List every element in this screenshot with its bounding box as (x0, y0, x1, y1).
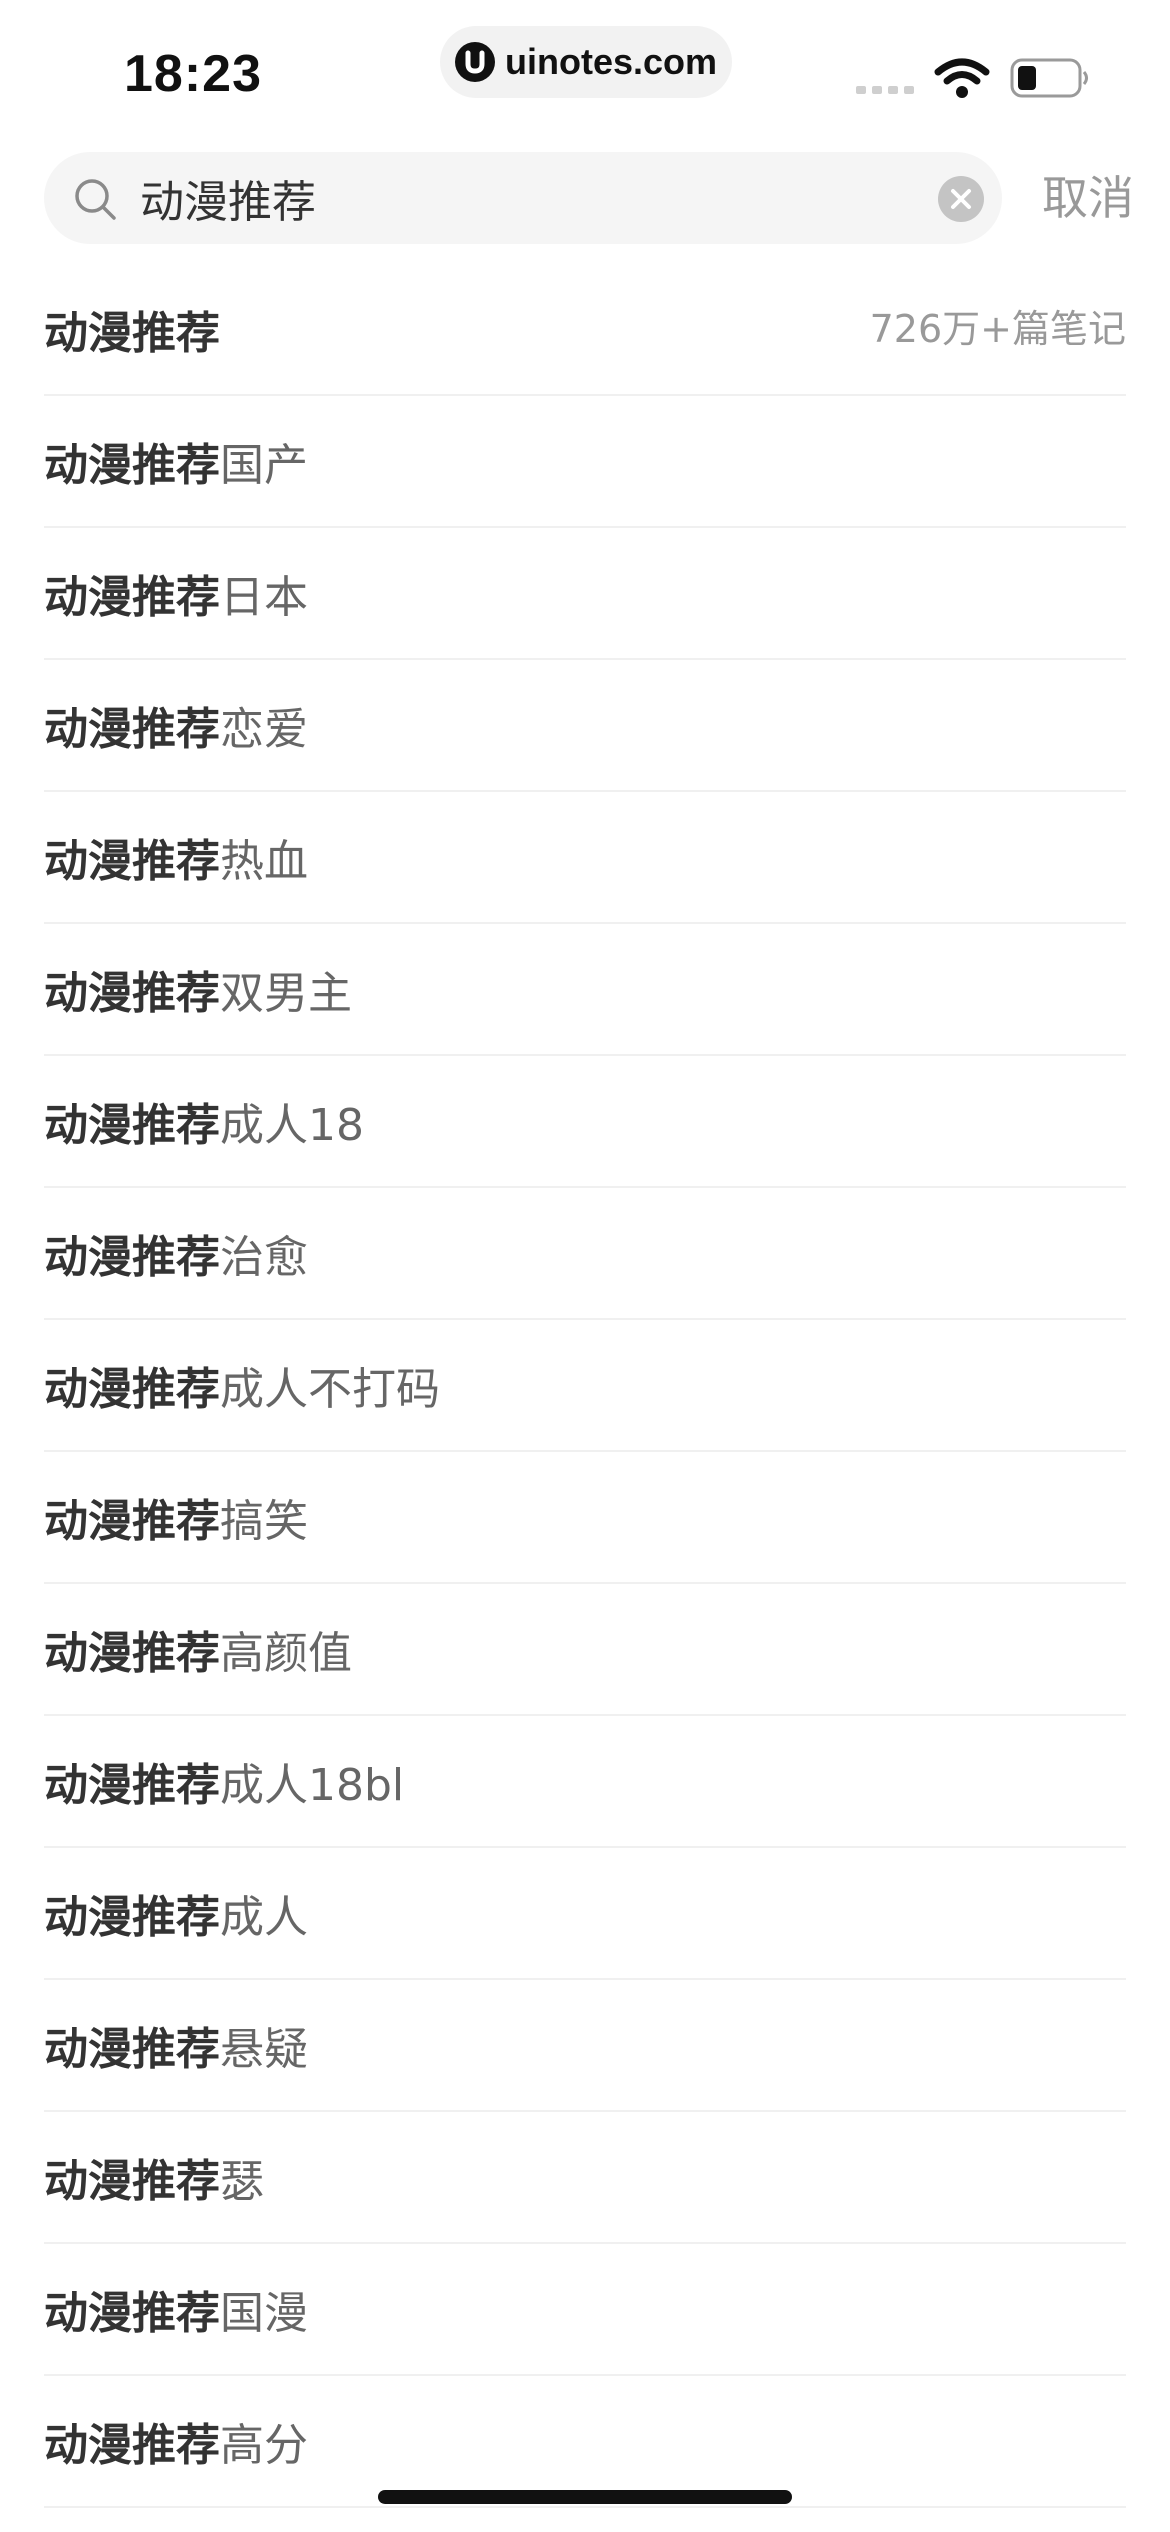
suggestion-match: 动漫推荐 (44, 308, 220, 359)
suggestion-item[interactable]: 动漫推荐治愈 (44, 1188, 1126, 1320)
search-icon (75, 179, 116, 220)
suggestion-match: 动漫推荐 (44, 2420, 220, 2471)
suggestion-item[interactable]: 动漫推荐成人不打码 (44, 1320, 1126, 1452)
suggestion-item[interactable]: 动漫推荐国产 (44, 396, 1126, 528)
status-bar: 18:23 uinotes.com (0, 0, 1170, 140)
home-indicator[interactable] (378, 2490, 792, 2504)
suggestion-match: 动漫推荐 (44, 1628, 220, 1679)
suggestion-item[interactable]: 动漫推荐国漫 (44, 2244, 1126, 2376)
suggestion-rest: 国漫 (220, 2288, 308, 2339)
suggestion-item[interactable]: 动漫推荐热血 (44, 792, 1126, 924)
url-pill[interactable]: uinotes.com (440, 26, 732, 98)
suggestion-match: 动漫推荐 (44, 836, 220, 887)
wifi-icon (934, 58, 990, 98)
suggestion-match: 动漫推荐 (44, 2288, 220, 2339)
site-logo-icon (454, 42, 495, 82)
suggestion-match: 动漫推荐 (44, 1232, 220, 1283)
clear-icon[interactable] (938, 176, 984, 222)
suggestion-match: 动漫推荐 (44, 440, 220, 491)
suggestion-rest: 双男主 (220, 968, 352, 1019)
suggestion-item[interactable]: 动漫推荐恋爱 (44, 660, 1126, 792)
suggestion-rest: 国产 (220, 440, 308, 491)
suggestion-rest: 高颜值 (220, 1628, 352, 1679)
battery-icon (1010, 58, 1088, 98)
search-input[interactable] (140, 152, 860, 244)
suggestion-item[interactable]: 动漫推荐成人18 (44, 1056, 1126, 1188)
suggestion-rest: 恋爱 (220, 704, 308, 755)
url-text: uinotes.com (504, 41, 718, 82)
search-bar (44, 152, 1002, 244)
suggestion-item[interactable]: 动漫推荐 726万+篇笔记 (44, 264, 1126, 396)
suggestion-rest: 悬疑 (220, 2024, 308, 2075)
suggestion-rest: 高分 (220, 2420, 308, 2471)
suggestion-rest: 瑟 (220, 2156, 264, 2207)
status-time: 18:23 (124, 45, 262, 103)
suggestion-item[interactable]: 动漫推荐悬疑 (44, 1980, 1126, 2112)
suggestion-match: 动漫推荐 (44, 704, 220, 755)
suggestion-item[interactable]: 动漫推荐高颜值 (44, 1584, 1126, 1716)
suggestion-rest: 成人18bl (220, 1760, 405, 1811)
suggestion-match: 动漫推荐 (44, 1364, 220, 1415)
suggestion-rest: 日本 (220, 572, 308, 623)
suggestion-rest: 成人18 (220, 1100, 364, 1151)
suggestion-item[interactable]: 动漫推荐高分 (44, 2376, 1126, 2508)
suggestion-item[interactable]: 动漫推荐成人 (44, 1848, 1126, 1980)
suggestion-match: 动漫推荐 (44, 1496, 220, 1547)
suggestion-match: 动漫推荐 (44, 1892, 220, 1943)
suggestion-rest: 治愈 (220, 1232, 308, 1283)
cancel-button[interactable]: 取消 (1024, 152, 1134, 244)
suggestion-list: 动漫推荐 726万+篇笔记 动漫推荐国产 动漫推荐日本 动漫推荐恋爱 动漫推荐热… (44, 264, 1126, 2508)
suggestion-rest: 成人不打码 (220, 1364, 440, 1415)
suggestion-match: 动漫推荐 (44, 2024, 220, 2075)
suggestion-match: 动漫推荐 (44, 1760, 220, 1811)
suggestion-match: 动漫推荐 (44, 1100, 220, 1151)
suggestion-match: 动漫推荐 (44, 968, 220, 1019)
suggestion-match: 动漫推荐 (44, 572, 220, 623)
suggestion-item[interactable]: 动漫推荐双男主 (44, 924, 1126, 1056)
suggestion-rest: 搞笑 (220, 1496, 308, 1547)
suggestion-match: 动漫推荐 (44, 2156, 220, 2207)
suggestion-rest: 热血 (220, 836, 308, 887)
suggestion-rest: 成人 (220, 1892, 308, 1943)
suggestion-item[interactable]: 动漫推荐搞笑 (44, 1452, 1126, 1584)
note-count: 726万+篇笔记 (869, 307, 1126, 351)
cellular-signal-icon (856, 86, 914, 94)
suggestion-item[interactable]: 动漫推荐瑟 (44, 2112, 1126, 2244)
suggestion-item[interactable]: 动漫推荐日本 (44, 528, 1126, 660)
suggestion-item[interactable]: 动漫推荐成人18bl (44, 1716, 1126, 1848)
